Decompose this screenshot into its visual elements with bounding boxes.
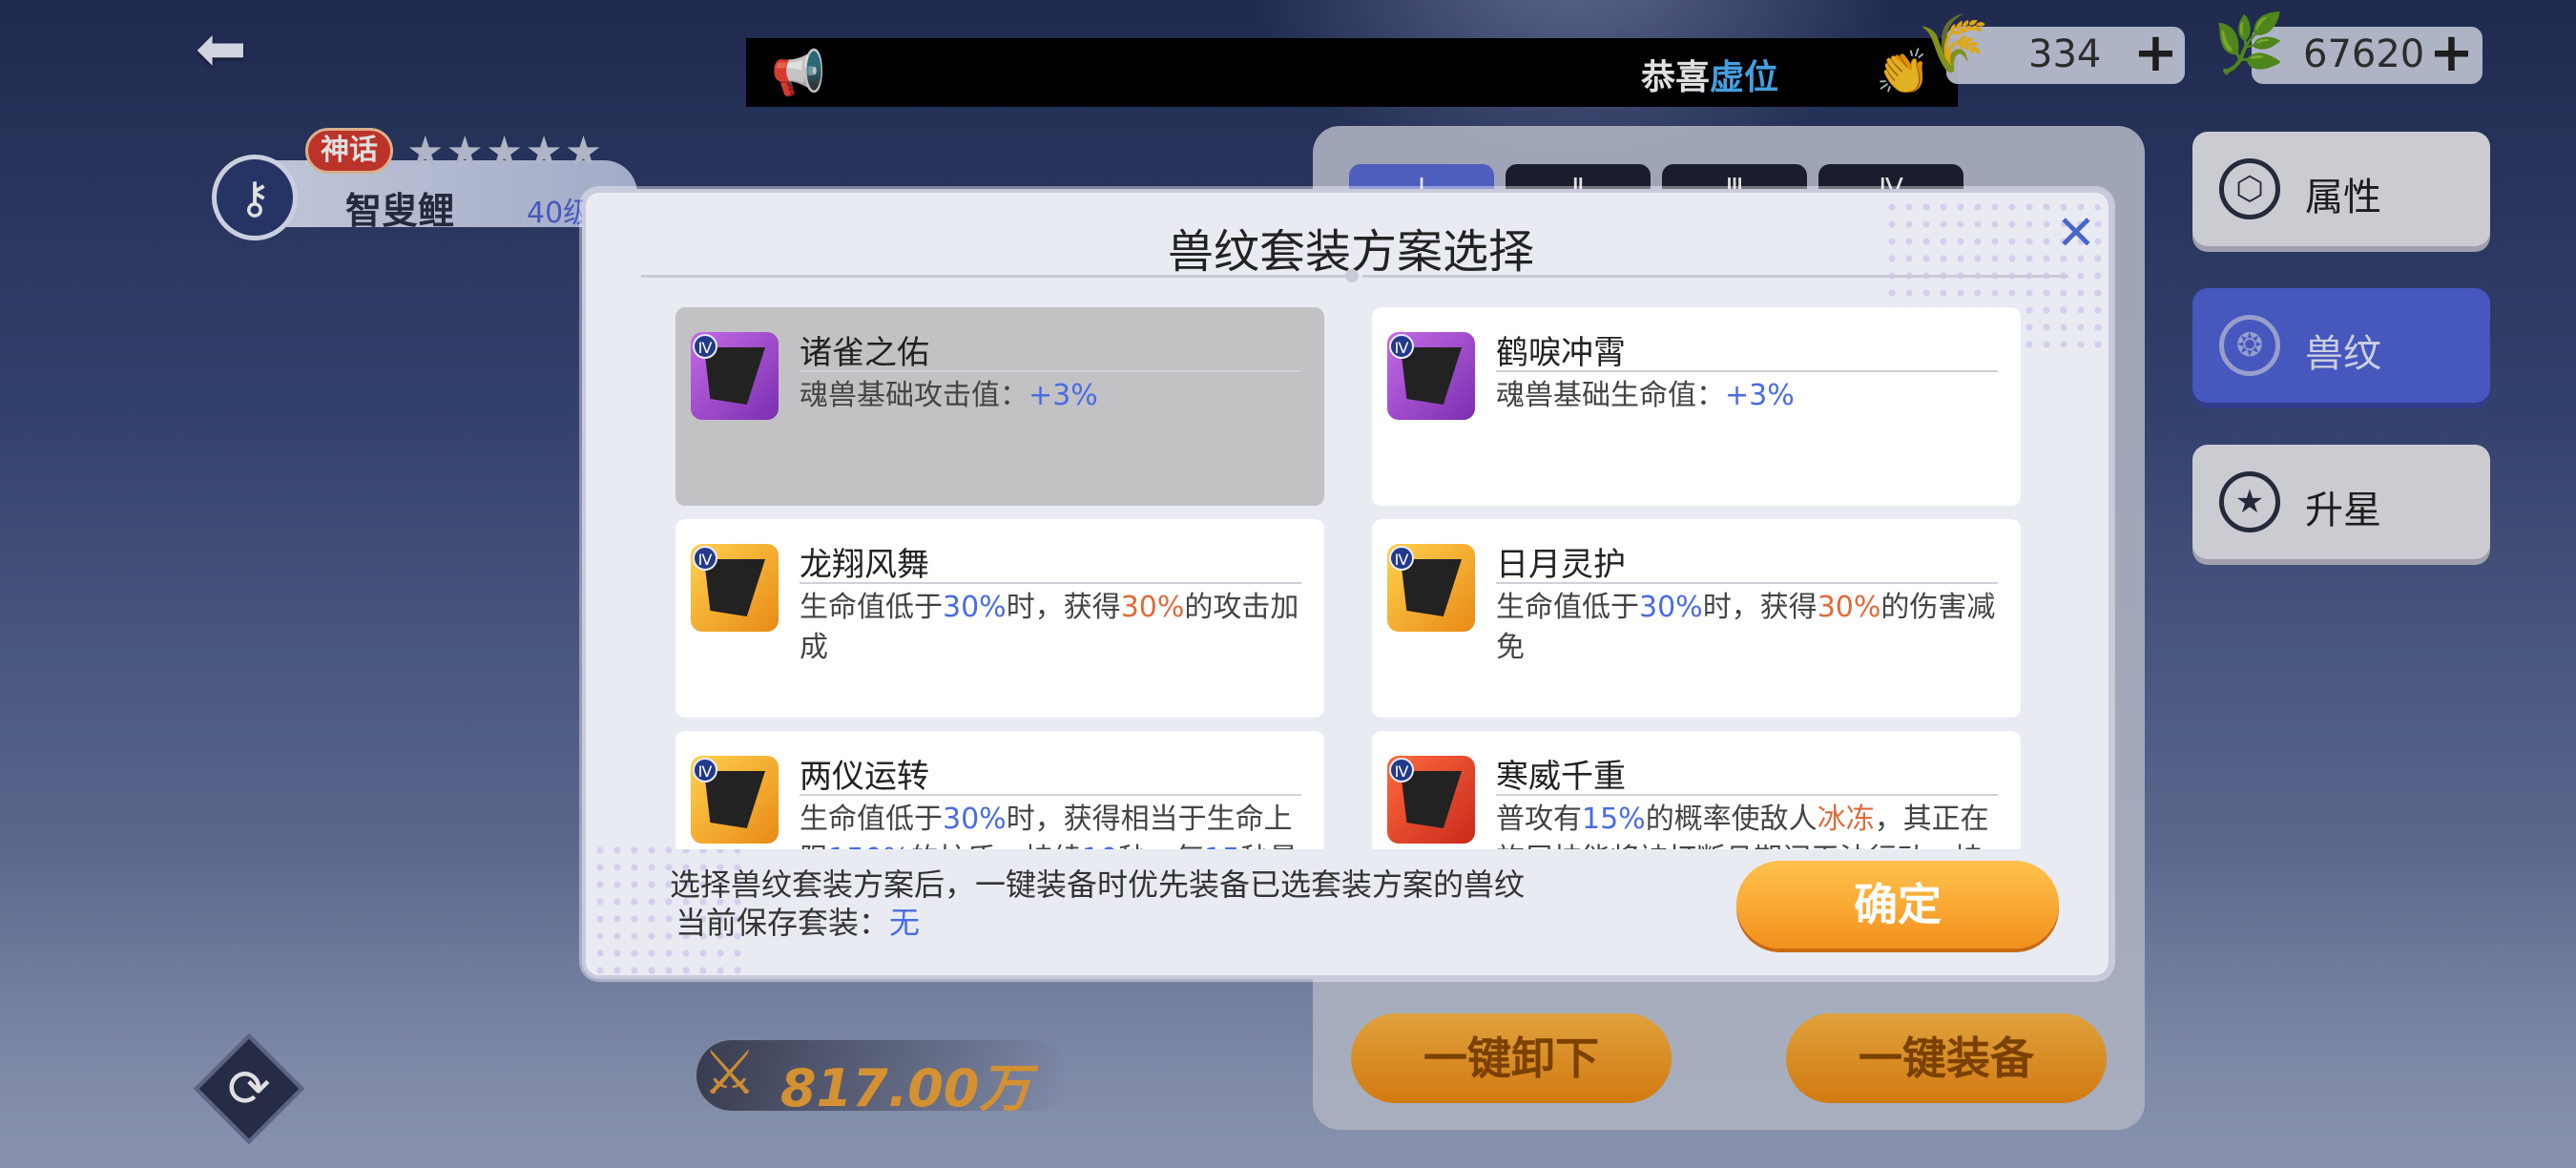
divider bbox=[641, 275, 1347, 278]
gem-shape bbox=[1401, 771, 1462, 828]
suit-card[interactable]: Ⅳ 日月灵护生命值低于30%时，获得30%的伤害减免 bbox=[1372, 519, 2021, 718]
divider bbox=[1496, 582, 1998, 584]
beast-pattern-icon: Ⅳ bbox=[691, 544, 779, 632]
suit-description: 魂兽基础生命值：+3% bbox=[1496, 379, 1795, 412]
suit-name: 寒威千重 bbox=[1496, 758, 1626, 796]
gem-shape bbox=[1401, 559, 1462, 616]
rank-badge: Ⅳ bbox=[693, 758, 717, 782]
divider bbox=[1496, 370, 1998, 372]
gem-shape bbox=[704, 347, 765, 405]
suit-card[interactable]: Ⅳ 两仪运转生命值低于30%时，获得相当于生命上限150%的护盾，持续10秒，每1… bbox=[675, 731, 1324, 849]
beast-pattern-icon: Ⅳ bbox=[1387, 332, 1475, 420]
suit-name: 日月灵护 bbox=[1496, 546, 1626, 584]
suit-card[interactable]: Ⅳ 诸雀之佑魂兽基础攻击值：+3% bbox=[675, 307, 1324, 506]
suit-description: 生命值低于30%时，获得30%的攻击加成 bbox=[800, 591, 1299, 664]
beast-pattern-icon: Ⅳ bbox=[691, 332, 779, 420]
rank-badge: Ⅳ bbox=[1389, 334, 1414, 359]
divider bbox=[800, 794, 1301, 796]
suit-description: 魂兽基础攻击值：+3% bbox=[800, 379, 1098, 412]
suit-name: 鹤唳冲霄 bbox=[1496, 334, 1626, 372]
suit-name: 两仪运转 bbox=[800, 758, 929, 796]
confirm-button[interactable]: 确定 bbox=[1736, 861, 2059, 949]
divider bbox=[1496, 794, 1998, 796]
beast-pattern-icon: Ⅳ bbox=[1387, 544, 1475, 632]
suit-card-grid: Ⅳ 诸雀之佑魂兽基础攻击值：+3% Ⅳ 鹤唳冲霄魂兽基础生命值：+3% Ⅳ 龙翔风舞生命值… bbox=[675, 307, 2030, 849]
suit-card[interactable]: Ⅳ 寒威千重普攻有15%的概率使敌人冰冻，其正在施展技能将被打断且期间无法行动，持 bbox=[1372, 731, 2021, 849]
suit-name: 诸雀之佑 bbox=[800, 334, 929, 372]
close-icon[interactable]: ✕ bbox=[2049, 206, 2103, 260]
divider bbox=[1362, 275, 2068, 278]
divider bbox=[800, 370, 1301, 372]
suit-description: 生命值低于30%时，获得30%的伤害减免 bbox=[1496, 591, 1996, 664]
beast-pattern-icon: Ⅳ bbox=[691, 756, 779, 844]
suit-description: 普攻有15%的概率使敌人冰冻，其正在施展技能将被打断且期间无法行动，持 bbox=[1496, 803, 1989, 849]
suit-name: 龙翔风舞 bbox=[800, 546, 929, 584]
beast-pattern-icon: Ⅳ bbox=[1387, 756, 1475, 844]
rank-badge: Ⅳ bbox=[693, 334, 717, 359]
suit-card[interactable]: Ⅳ 鹤唳冲霄魂兽基础生命值：+3% bbox=[1372, 307, 2021, 506]
rank-badge: Ⅳ bbox=[1389, 546, 1414, 571]
rank-badge: Ⅳ bbox=[693, 546, 717, 571]
rank-badge: Ⅳ bbox=[1389, 758, 1414, 782]
divider-dot bbox=[1345, 269, 1359, 282]
gem-shape bbox=[704, 771, 765, 828]
gem-shape bbox=[1401, 347, 1462, 405]
divider bbox=[800, 582, 1301, 584]
suit-card[interactable]: Ⅳ 龙翔风舞生命值低于30%时，获得30%的攻击加成 bbox=[675, 519, 1324, 718]
gem-shape bbox=[704, 559, 765, 616]
suit-description: 生命值低于30%时，获得相当于生命上限150%的护盾，持续10秒，每15秒最多 bbox=[800, 803, 1298, 849]
suit-selection-dialog: 兽纹套装方案选择 ✕ Ⅳ 诸雀之佑 魂兽基础攻击值：+3% Ⅳ 鹤唳冲霄 魂兽基础生命值：… bbox=[582, 189, 2112, 979]
current-suit: 当前保存套装：无 bbox=[675, 905, 921, 941]
